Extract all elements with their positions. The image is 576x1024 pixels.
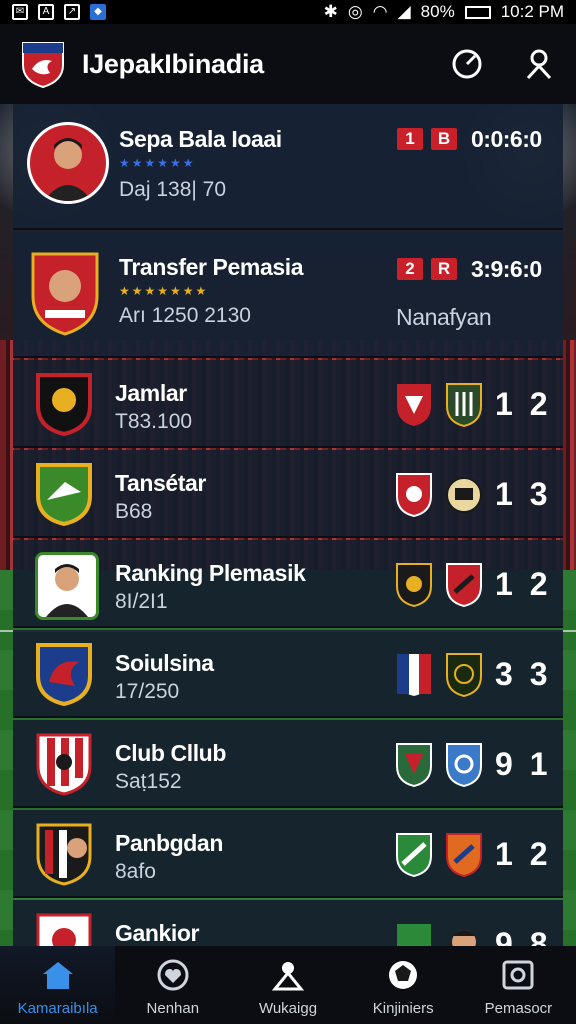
away-team-crest [446, 653, 482, 698]
row-subtitle: 8I/2I1 [115, 590, 168, 613]
row-subtitle: Daj 138| 70 [119, 178, 227, 201]
away-team-crest [446, 563, 482, 608]
app-title: IJepakIbinadia [82, 48, 264, 79]
list-item[interactable]: Ranking Plemasik 8I/2I1 1 2 [13, 540, 563, 628]
refresh-icon[interactable] [450, 47, 484, 81]
player-avatar [27, 122, 109, 204]
row-title: Tansétar [115, 470, 206, 496]
list-item[interactable]: Gankior 9 8 [13, 900, 563, 946]
badge: 2 [397, 258, 423, 280]
badge: R [431, 258, 457, 280]
list-item[interactable]: Soiulsina 17/250 3 3 [13, 630, 563, 718]
list-item[interactable]: Tansétar B68 1 3 [13, 450, 563, 538]
match-time: 0:0:6:0 [471, 126, 542, 152]
home-team-crest [396, 743, 432, 788]
match-time: 3:9:6:0 [471, 256, 542, 282]
person-icon [271, 958, 305, 992]
mail-icon: ✉ [12, 4, 28, 20]
row-title: Jamlar [115, 380, 187, 406]
row-subtitle: T83.100 [115, 410, 193, 433]
bottom-navigation: Kamaraibıla Nenhan Wukaigg Kinjiniers Pe… [0, 946, 576, 1024]
match-score: 9 8 [495, 926, 552, 946]
app-logo [20, 39, 66, 89]
list-item[interactable]: Club Cllub Saṭ152 9 1 [13, 720, 563, 808]
battery-icon [464, 5, 491, 19]
club-crest [35, 912, 93, 946]
row-subtitle: Arı 1250 2130 [119, 304, 251, 327]
nav-item-favorites[interactable]: Nenhan [115, 946, 230, 1024]
badge: B [431, 128, 457, 150]
rating-stars: ★★★★★★ [119, 156, 196, 170]
row-subtitle: Saṭ152 [115, 770, 182, 793]
opponent-name: Nanafyan [396, 304, 492, 330]
status-bar: ✉ A ↗ ◆ ✱ ◎ ◠ ◢ 80% 10:2 PM [0, 0, 576, 24]
app-header: IJepakIbinadia [0, 24, 576, 104]
row-subtitle: B68 [115, 500, 153, 523]
club-crest [35, 462, 93, 531]
home-team-crest [397, 384, 431, 426]
home-team-crest [396, 563, 432, 608]
notification-a-icon: A [38, 4, 54, 20]
nav-label: Kamaraibıla [17, 1000, 98, 1017]
player-avatar [35, 552, 99, 620]
row-title: Panbgdan [115, 830, 223, 856]
row-subtitle: 17/250 [115, 680, 180, 703]
profile-icon[interactable] [522, 47, 556, 81]
clock: 10:2 PM [500, 2, 564, 21]
away-team-crest [446, 743, 482, 788]
match-score: 1 2 [495, 566, 552, 602]
chart-icon: ↗ [64, 4, 80, 20]
away-team-crest [446, 833, 482, 878]
home-team-crest [396, 473, 432, 518]
away-team-crest [446, 383, 482, 428]
row-title: Gankior [115, 920, 200, 946]
ball-icon [386, 958, 420, 992]
club-crest [35, 372, 93, 441]
camera-icon [501, 958, 535, 992]
list-item[interactable]: Sepa Bala Ioaai ★★★★★★ Daj 138| 70 1 B 0… [13, 104, 563, 230]
nav-item-home[interactable]: Kamaraibıla [0, 946, 116, 1024]
wifi-icon: ◠ [372, 2, 388, 21]
row-title: Transfer Pemasia [119, 254, 304, 280]
bluetooth-icon: ✱ [323, 2, 338, 21]
row-title: Sepa Bala Ioaai [119, 126, 282, 152]
nav-item-matches[interactable]: Kinjiniers [346, 946, 461, 1024]
away-team-crest [446, 477, 482, 513]
alarm-icon: ◎ [347, 2, 363, 21]
club-crest [35, 642, 93, 711]
nav-label: Wukaigg [258, 1000, 318, 1017]
row-title: Ranking Plemasik [115, 560, 306, 586]
list-item[interactable]: Panbgdan 8afo 1 2 [13, 810, 563, 898]
home-team-crest [396, 833, 432, 878]
nav-label: Nenhan [146, 1000, 200, 1017]
badge: 1 [397, 128, 423, 150]
match-score: 1 2 [495, 836, 552, 872]
nav-item-media[interactable]: Pemasocr [461, 946, 576, 1024]
match-score: 3 3 [495, 656, 552, 692]
heart-icon [156, 958, 190, 992]
signal-icon: ◢ [397, 2, 411, 21]
battery-percent: 80% [420, 2, 455, 21]
row-subtitle: 8afo [115, 860, 156, 883]
match-score: 9 1 [495, 746, 552, 782]
home-team-crest [397, 654, 431, 696]
match-list: Sepa Bala Ioaai ★★★★★★ Daj 138| 70 1 B 0… [13, 104, 563, 946]
home-team-crest [397, 924, 431, 946]
match-score: 1 3 [495, 476, 552, 512]
nav-label: Pemasocr [484, 1000, 553, 1017]
club-crest [29, 250, 101, 341]
list-item[interactable]: Jamlar T83.100 1 2 [13, 360, 563, 448]
nav-label: Kinjiniers [372, 1000, 434, 1017]
rating-stars: ★★★★★★★ [119, 284, 209, 298]
nav-item-players[interactable]: Wukaigg [230, 946, 345, 1024]
app-notification-icon: ◆ [90, 4, 106, 20]
match-score: 1 2 [495, 386, 552, 422]
club-crest [35, 822, 93, 891]
club-crest [35, 732, 93, 801]
away-team-crest [452, 930, 476, 946]
home-icon [41, 958, 75, 992]
list-item[interactable]: Transfer Pemasia ★★★★★★★ Arı 1250 2130 2… [13, 232, 563, 358]
row-title: Soiulsina [115, 650, 214, 676]
row-title: Club Cllub [115, 740, 226, 766]
